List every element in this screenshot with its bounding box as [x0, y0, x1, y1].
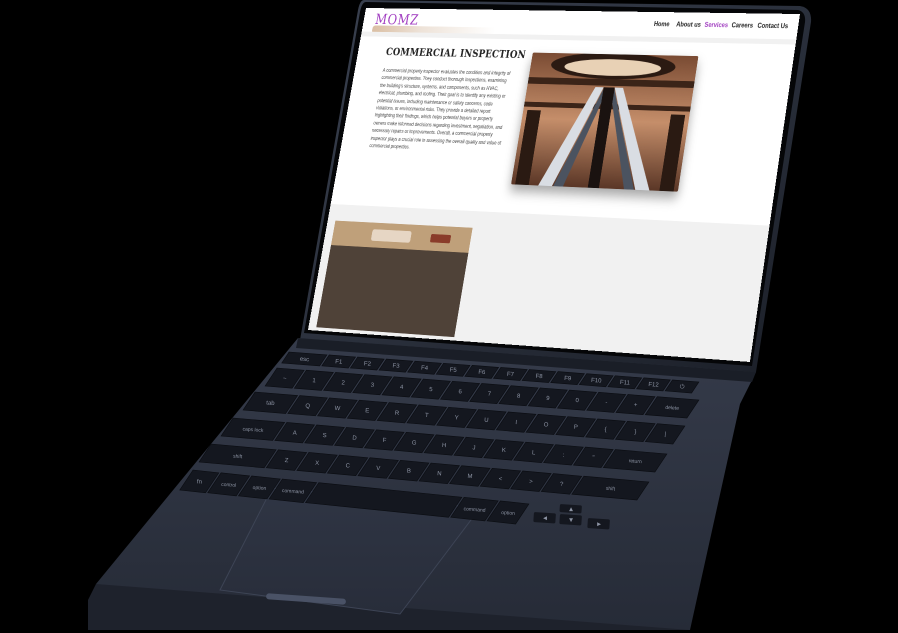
key-label: G: [412, 440, 417, 446]
key-label: delete: [665, 405, 679, 412]
key-label: H: [442, 443, 447, 449]
key-label: F10: [591, 378, 602, 385]
lower-image: [316, 220, 473, 338]
key-label: -: [605, 400, 607, 406]
key-label: W: [334, 406, 340, 412]
key-label: fn: [197, 479, 202, 485]
key-label: F2: [364, 361, 372, 368]
key-label: Y: [454, 415, 458, 421]
key-label: return: [628, 458, 642, 465]
laptop-photo: esc F1 F2 F3 F4 F5 F6 F7 F8 F9 F10 F11 F12 ⏻ ~1 2 3 4 5 6 7 8…: [0, 0, 898, 633]
key-label: K: [502, 448, 506, 454]
arrow-key-label: ▲: [569, 507, 573, 513]
arrow-key-label: ▼: [569, 518, 573, 524]
key-label: F5: [450, 368, 458, 375]
key-label: esc: [300, 357, 310, 364]
key-label: O: [543, 422, 548, 428]
key-label: F8: [535, 374, 543, 381]
key: [304, 482, 463, 518]
key-label: F3: [392, 363, 400, 370]
key-label: shift: [233, 454, 243, 461]
key-label: M: [467, 474, 472, 480]
key-label: {: [604, 427, 606, 433]
key-label: option: [252, 485, 266, 492]
section-body: A commercial property inspector evaluate…: [368, 67, 511, 151]
key-label: N: [437, 471, 442, 477]
key-label: ": [592, 455, 595, 461]
key-label: J: [472, 445, 475, 451]
key-label: A: [293, 431, 297, 437]
key-label: F6: [478, 370, 486, 377]
keys-group: esc F1 F2 F3 F4 F5 F6 F7 F8 F9 F10 F11 F12 ⏻~ 1 2 3 4 5 6 7 8…: [179, 351, 700, 530]
website-screen: MOMZ Home About us Services Careers Cont…: [307, 8, 800, 362]
key-label: ⏻: [680, 383, 685, 390]
key-label: F1: [335, 359, 343, 366]
key-label: F9: [564, 376, 572, 383]
nav-careers[interactable]: Careers: [731, 21, 754, 29]
key-label: control: [221, 482, 236, 489]
site-logo[interactable]: MOMZ: [374, 11, 420, 28]
arrow-key-label: ▶: [597, 522, 601, 528]
key-label: E: [365, 408, 369, 414]
key-label: F11: [620, 380, 631, 387]
key-label: X: [315, 461, 319, 467]
nav-contact-us[interactable]: Contact Us: [757, 22, 789, 30]
key-label: F4: [421, 365, 429, 372]
key-label: option: [501, 510, 515, 517]
key-label: Q: [305, 404, 310, 410]
key-label: shift: [606, 486, 616, 493]
arrow-key-label: ◀: [543, 516, 547, 522]
key-label: S: [322, 433, 326, 439]
key-label: }: [634, 429, 636, 435]
key-label: U: [484, 418, 489, 424]
nav-services[interactable]: Services: [704, 21, 729, 29]
key-label: V: [376, 466, 380, 472]
key-label: B: [407, 469, 411, 475]
mall-escalator-image: [511, 52, 699, 192]
key-label: tab: [266, 400, 275, 407]
nav-home[interactable]: Home: [653, 20, 670, 28]
nav-about-us[interactable]: About us: [676, 21, 702, 29]
key-label: F7: [507, 372, 515, 379]
key-label: F12: [648, 382, 659, 389]
key-label: P: [574, 425, 578, 431]
